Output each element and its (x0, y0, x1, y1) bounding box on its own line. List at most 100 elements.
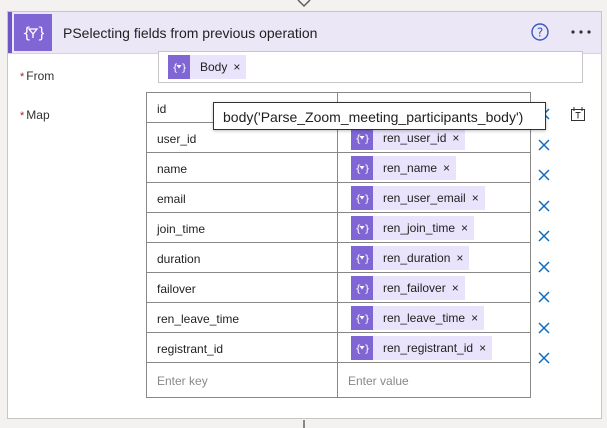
expression-token-icon: {} (351, 246, 373, 270)
expression-token-icon: {} (351, 216, 373, 240)
map-label: * Map (20, 108, 50, 122)
delete-row-icon[interactable] (536, 350, 552, 366)
map-value-field[interactable]: {} ren_failover × (338, 273, 530, 303)
svg-text:{: { (355, 254, 361, 264)
map-key-text: failover (157, 282, 196, 296)
value-token[interactable]: {} ren_user_email × (351, 186, 485, 210)
svg-text:{: { (22, 24, 32, 42)
delete-row-icon[interactable] (536, 228, 552, 244)
body-token[interactable]: { } Body × (168, 55, 247, 79)
svg-text:}: } (181, 63, 186, 73)
svg-text:}: } (364, 254, 369, 264)
connector-arrow-icon (297, 0, 311, 8)
required-mark: * (20, 71, 25, 83)
map-value-field[interactable]: {} ren_leave_time × (338, 303, 530, 333)
remove-token-icon[interactable]: × (233, 60, 240, 74)
value-token[interactable]: {} ren_name × (351, 156, 457, 180)
switch-to-text-mode-icon[interactable] (570, 106, 586, 122)
header-accent-bar (8, 12, 12, 53)
map-key-field[interactable]: email (147, 183, 338, 213)
map-key-text: ren_leave_time (157, 312, 240, 326)
map-key-field[interactable]: ren_leave_time (147, 303, 338, 333)
from-label-text: From (26, 69, 55, 83)
remove-token-icon[interactable]: × (471, 311, 478, 325)
map-key-text: name (157, 162, 188, 176)
remove-token-icon[interactable]: × (479, 341, 486, 355)
svg-text:{: { (172, 63, 178, 73)
expression-token-icon: {} (351, 336, 373, 360)
delete-row-icon[interactable] (536, 289, 552, 305)
from-input[interactable]: { } Body × (158, 51, 583, 83)
new-key-input[interactable]: Enter key (147, 363, 338, 397)
svg-text:{: { (355, 194, 361, 204)
map-key-text: user_id (157, 132, 197, 146)
delete-row-icon[interactable] (536, 320, 552, 336)
token-label: ren_user_id (383, 131, 447, 145)
token-label: ren_registrant_id (383, 341, 474, 355)
map-value-field[interactable]: {} ren_registrant_id × (338, 333, 530, 363)
svg-text:}: } (364, 134, 369, 144)
svg-text:}: } (364, 194, 369, 204)
map-value-field[interactable]: {} ren_join_time × (338, 213, 530, 243)
remove-token-icon[interactable]: × (452, 281, 459, 295)
map-table: id user_id {} ren_user_id × name {} ren_… (146, 92, 531, 398)
map-key-text: registrant_id (157, 342, 224, 356)
map-key-text: duration (157, 252, 201, 266)
data-operation-icon: { } (14, 14, 52, 51)
svg-text:{: { (355, 164, 361, 174)
value-token[interactable]: {} ren_registrant_id × (351, 336, 493, 360)
token-label: ren_leave_time (383, 311, 466, 325)
delete-row-icon[interactable] (536, 167, 552, 183)
remove-token-icon[interactable]: × (456, 251, 463, 265)
remove-token-icon[interactable]: × (472, 191, 479, 205)
remove-token-icon[interactable]: × (443, 161, 450, 175)
delete-row-icon[interactable] (536, 137, 552, 153)
token-label: ren_name (383, 161, 438, 175)
new-value-input[interactable]: Enter value (338, 363, 530, 397)
delete-row-icon[interactable] (536, 198, 552, 214)
svg-text:}: } (364, 284, 369, 294)
map-key-field[interactable]: name (147, 153, 338, 183)
svg-text:?: ? (537, 26, 543, 40)
svg-text:{: { (355, 314, 361, 324)
expression-token-icon: {} (351, 156, 373, 180)
token-label: ren_join_time (383, 221, 456, 235)
map-key-field[interactable]: failover (147, 273, 338, 303)
value-token[interactable]: {} ren_leave_time × (351, 306, 485, 330)
svg-text:{: { (355, 284, 361, 294)
map-value-field[interactable]: {} ren_duration × (338, 243, 530, 273)
map-value-field[interactable]: {} ren_user_email × (338, 183, 530, 213)
svg-text:{: { (355, 134, 361, 144)
svg-text:}: } (364, 164, 369, 174)
map-label-text: Map (26, 108, 50, 122)
map-key-field[interactable]: duration (147, 243, 338, 273)
value-token[interactable]: {} ren_failover × (351, 276, 465, 300)
svg-text:{: { (355, 224, 361, 234)
remove-token-icon[interactable]: × (461, 221, 468, 235)
key-placeholder: Enter key (157, 374, 208, 388)
connector-line (303, 420, 305, 428)
map-key-field[interactable]: registrant_id (147, 333, 338, 363)
svg-text:}: } (37, 24, 44, 42)
expression-tooltip: body('Parse_Zoom_meeting_participants_bo… (213, 102, 546, 130)
svg-text:}: } (364, 314, 369, 324)
delete-row-icon[interactable] (536, 259, 552, 275)
help-icon[interactable]: ? (530, 22, 550, 42)
map-value-field[interactable]: {} ren_name × (338, 153, 530, 183)
value-token[interactable]: {} ren_duration × (351, 246, 470, 270)
value-token[interactable]: {} ren_join_time × (351, 216, 475, 240)
token-label: Body (200, 60, 228, 74)
remove-token-icon[interactable]: × (452, 131, 459, 145)
action-header[interactable]: { } PSelecting fields from previous oper… (8, 12, 601, 54)
map-key-field[interactable]: join_time (147, 213, 338, 243)
more-options-icon[interactable] (570, 22, 592, 42)
action-title[interactable]: PSelecting fields from previous operatio… (63, 25, 317, 41)
token-label: ren_failover (383, 281, 446, 295)
svg-text:{: { (355, 344, 361, 354)
token-label: ren_user_email (383, 191, 466, 205)
required-mark: * (20, 110, 25, 122)
from-label: * From (20, 69, 54, 83)
expression-token-icon: {} (351, 276, 373, 300)
expression-token-icon: { } (168, 55, 190, 79)
expression-token-icon: {} (351, 186, 373, 210)
